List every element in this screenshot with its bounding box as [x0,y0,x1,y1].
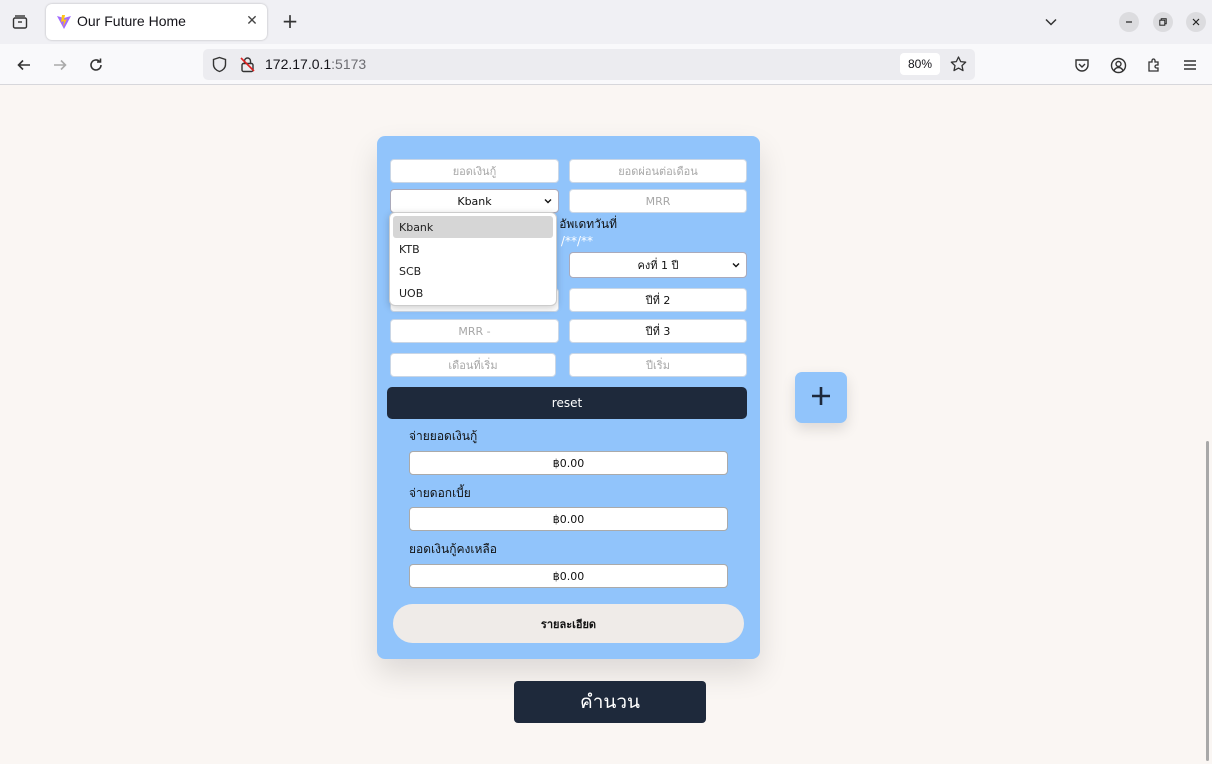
start-month-input[interactable]: เดือนที่เริ่ม [390,353,556,377]
bank-option-scb[interactable]: SCB [393,260,553,282]
zoom-level[interactable]: 80% [900,53,940,75]
fixed-rate-select-value: คงที่ 1 ปี [637,259,679,272]
remaining-balance-value: ฿0.00 [409,564,728,588]
mrr-minus-input[interactable]: MRR - [390,319,559,343]
reload-icon[interactable] [84,53,108,77]
add-calculator-button[interactable] [795,372,847,423]
tab-title: Our Future Home [77,13,186,29]
mrr-input[interactable]: MRR [569,189,747,213]
bookmark-star-icon[interactable] [949,55,968,74]
remaining-balance-label: ยอดเงินกู้คงเหลือ [409,542,497,556]
bank-dropdown-list: Kbank KTB SCB UOB [389,212,557,306]
details-button[interactable]: รายละเอียด [393,604,744,643]
page-scrollbar[interactable] [1206,441,1209,761]
calculate-button[interactable]: คำนวน [514,681,706,723]
shield-icon[interactable] [211,56,228,73]
extensions-icon[interactable] [1142,53,1166,77]
start-year-input[interactable]: ปีเริ่ม [569,353,747,377]
bank-select[interactable]: Kbank [390,189,559,213]
pocket-icon[interactable] [1070,53,1094,77]
tab-close-icon[interactable]: ✕ [243,12,261,30]
principal-paid-value: ฿0.00 [409,451,728,475]
back-arrow-icon[interactable] [12,53,36,77]
bank-select-value: Kbank [457,194,492,208]
close-window-icon[interactable] [1186,12,1206,32]
chevron-down-icon [731,260,741,270]
principal-paid-label: จ่ายยอดเงินกู้ [409,429,478,443]
url-port: :5173 [331,56,367,72]
bank-option-uob[interactable]: UOB [393,282,553,304]
year-3-input[interactable]: ปีที่ 3 [569,319,747,343]
minimize-icon[interactable] [1119,12,1139,32]
restore-icon[interactable] [1153,12,1173,32]
chevron-down-icon [543,196,553,206]
monthly-payment-input[interactable]: ยอดผ่อนต่อเดือน [569,159,747,183]
url-text[interactable]: 172.17.0.1:5173 [265,56,366,72]
fixed-rate-select[interactable]: คงที่ 1 ปี [569,252,747,278]
loan-amount-input[interactable]: ยอดเงินกู้ [390,159,559,183]
tab-list-icon[interactable] [8,10,32,34]
forward-arrow-icon[interactable] [48,53,72,77]
new-tab-icon[interactable]: + [279,9,301,33]
url-bar[interactable]: 172.17.0.1:5173 80% [203,49,975,80]
interest-paid-value: ฿0.00 [409,507,728,531]
bank-option-kbank[interactable]: Kbank [393,216,553,238]
insecure-lock-icon[interactable] [239,56,256,73]
browser-tab-bar: Our Future Home ✕ + [0,0,1212,44]
bank-option-ktb[interactable]: KTB [393,238,553,260]
browser-tab[interactable]: Our Future Home ✕ [46,4,267,40]
account-icon[interactable] [1106,53,1130,77]
menu-icon[interactable] [1178,53,1202,77]
plus-icon [810,385,832,411]
year-2-input[interactable]: ปีที่ 2 [569,288,747,312]
reset-button[interactable]: reset [387,387,747,419]
interest-paid-label: จ่ายดอกเบี้ย [409,486,471,500]
url-host: 172.17.0.1 [265,56,332,72]
vite-favicon-icon [56,14,72,30]
chevron-down-icon[interactable] [1040,11,1062,33]
browser-nav-bar: 172.17.0.1:5173 80% [0,44,1212,85]
